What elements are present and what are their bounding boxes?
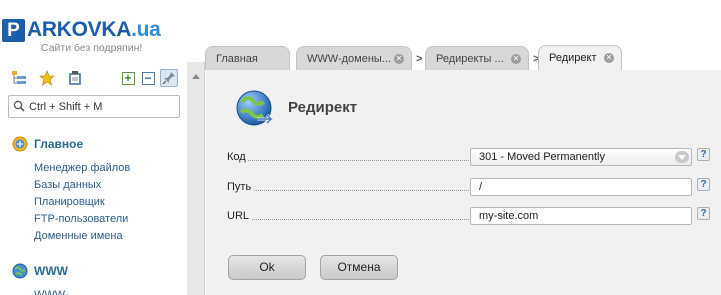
code-select-value: 301 - Moved Permanently xyxy=(479,151,605,163)
brand-logo[interactable]: P ARKOVKA.ua Сайти без подряпин! xyxy=(0,0,200,62)
collapse-arrow-icon[interactable] xyxy=(192,74,200,79)
search-input[interactable] xyxy=(29,99,177,114)
ok-button[interactable]: Ok xyxy=(228,255,306,280)
clipboard-icon[interactable] xyxy=(66,69,84,87)
sidebar-section-title: WWW xyxy=(34,264,68,278)
tab-bar: Главная WWW-домены... ✕ > Редиректы ... … xyxy=(205,41,721,70)
sidebar-collapse-strip[interactable] xyxy=(187,62,205,295)
field-label: URL xyxy=(227,210,252,222)
sidebar-section-main[interactable]: Главное xyxy=(12,136,83,152)
expand-all-icon[interactable]: + xyxy=(119,69,137,87)
form-row-path: Путь / ? xyxy=(206,178,721,198)
search-box[interactable] xyxy=(8,95,180,118)
page-title: Редирект xyxy=(288,99,358,116)
redirect-globe-icon xyxy=(236,90,275,126)
sidebar-item-www-domains[interactable]: WWW-... xyxy=(34,287,78,295)
sidebar-list-www: WWW-... xyxy=(34,287,78,295)
cancel-button[interactable]: Отмена xyxy=(320,255,398,280)
sidebar-item-domain-names[interactable]: Доменные имена xyxy=(34,228,130,245)
pin-icon[interactable] xyxy=(160,69,178,87)
form-row-code: Код 301 - Moved Permanently ? xyxy=(206,148,721,168)
tab-label: Главная xyxy=(216,52,258,65)
chevron-down-icon[interactable] xyxy=(675,151,689,163)
sidebar-item-databases[interactable]: Базы данных xyxy=(34,177,130,194)
star-icon[interactable] xyxy=(38,69,56,87)
close-icon[interactable]: ✕ xyxy=(604,53,614,63)
sidebar-section-www[interactable]: WWW xyxy=(12,263,68,279)
tab-label: Редиректы ... xyxy=(436,52,504,65)
sidebar-list-main: Менеджер файлов Базы данных Планировщик … xyxy=(34,160,130,245)
sidebar-item-scheduler[interactable]: Планировщик xyxy=(34,194,130,211)
url-field[interactable]: my-site.com xyxy=(470,207,692,225)
path-field[interactable]: / xyxy=(470,178,692,196)
help-icon[interactable]: ? xyxy=(697,178,710,191)
tab-label: Редирект xyxy=(549,52,597,64)
logo-mark: P xyxy=(2,19,25,42)
sidebar-item-file-manager[interactable]: Менеджер файлов xyxy=(34,160,130,177)
help-icon[interactable]: ? xyxy=(697,148,710,161)
collapse-all-icon[interactable]: − xyxy=(139,69,157,87)
close-icon[interactable]: ✕ xyxy=(394,54,404,64)
tab-www-domains[interactable]: WWW-домены... ✕ xyxy=(296,46,412,70)
logo-name-main: ARKOVKA xyxy=(27,18,132,41)
sidebar-section-title: Главное xyxy=(34,137,84,151)
tab-redirect[interactable]: Редирект ✕ xyxy=(538,45,622,70)
tab-label: WWW-домены... xyxy=(307,52,391,65)
main-panel: Редирект Код 301 - Moved Permanently ? П… xyxy=(206,70,721,295)
sidebar-item-ftp-users[interactable]: FTP-пользователи xyxy=(34,211,130,228)
help-icon[interactable]: ? xyxy=(697,207,710,220)
row-leader xyxy=(244,190,469,191)
search-icon xyxy=(13,100,25,112)
logo-domain: .ua xyxy=(131,18,161,41)
field-label: Код xyxy=(227,151,248,163)
globe-icon xyxy=(12,263,28,279)
logo-name: ARKOVKA.ua xyxy=(27,18,161,42)
tab-redirects[interactable]: Редиректы ... ✕ xyxy=(425,46,529,70)
tree-view-icon[interactable] xyxy=(10,69,28,87)
sidebar: + − Главное Менеджер файлов Базы данных … xyxy=(0,62,187,295)
row-leader xyxy=(244,160,469,161)
sidebar-toolbar: + − xyxy=(8,68,180,88)
tab-separator-icon: > xyxy=(416,53,423,65)
close-icon[interactable]: ✕ xyxy=(511,54,521,64)
field-label: Путь xyxy=(227,181,254,193)
tab-home[interactable]: Главная xyxy=(205,46,290,70)
logo-slogan: Сайти без подряпин! xyxy=(41,42,143,54)
home-icon xyxy=(12,136,28,152)
row-leader xyxy=(244,219,469,220)
code-select[interactable]: 301 - Moved Permanently xyxy=(470,148,692,166)
form-row-url: URL my-site.com ? xyxy=(206,207,721,227)
